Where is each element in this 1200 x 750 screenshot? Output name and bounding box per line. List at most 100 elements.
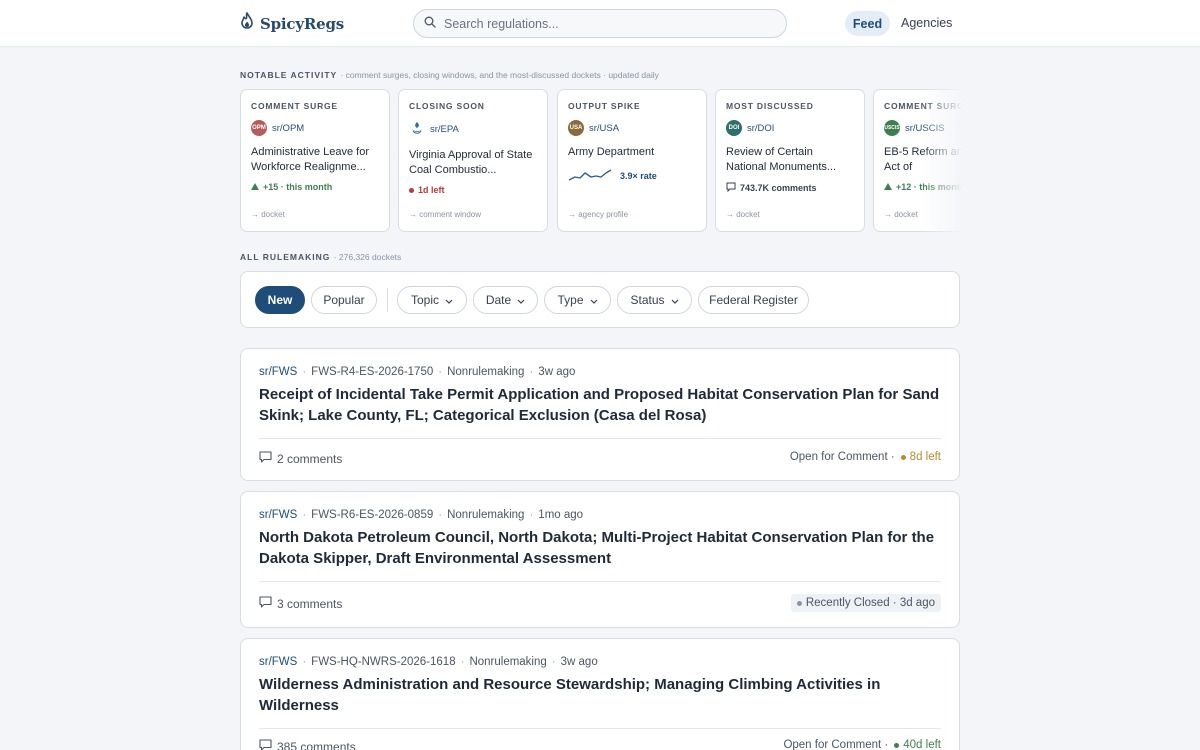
docket-card[interactable]: sr/FWS · FWS-R4-ES-2026-1750 · Nonrulemaking… xyxy=(240,348,960,481)
docket-count: · 276,326 dockets xyxy=(333,252,402,262)
card-stat-text: +15 · this month xyxy=(263,182,333,192)
card-title: Administrative Leave for Workforce Reali… xyxy=(251,146,369,173)
docket-comments[interactable]: 385 comments xyxy=(259,739,356,750)
card-stat: 3.9× rate xyxy=(568,168,696,184)
all-rulemaking-label: ALL RULEMAKING xyxy=(240,252,331,262)
card-title: Virginia Approval of State Coal Combusti… xyxy=(409,149,533,176)
agency-badge: OPM xyxy=(251,120,267,136)
card-agency[interactable]: sr/EPA xyxy=(409,120,537,139)
card-stat-text: 3.9× rate xyxy=(620,171,657,181)
docket-status: Open for Comment · 8d left xyxy=(790,451,941,463)
urgent-dot-icon xyxy=(409,187,414,193)
status-text: Open for Comment · xyxy=(789,451,895,463)
card-agency[interactable]: OPM sr/OPM xyxy=(251,120,379,136)
docket-type: Nonrulemaking xyxy=(469,656,547,668)
nav-feed[interactable]: Feed xyxy=(845,11,890,36)
docket-meta: sr/FWS · FWS-R4-ES-2026-1750 · Nonrulemaking… xyxy=(259,366,576,378)
docket-agency-link[interactable]: sr/FWS xyxy=(259,366,297,378)
status-dropdown[interactable]: Status xyxy=(617,286,692,314)
card-footer-link[interactable]: → comment window xyxy=(409,210,481,219)
card-title: Army Department xyxy=(568,146,655,158)
card-agency-label: sr/OPM xyxy=(272,122,305,134)
sparkline-icon xyxy=(568,168,612,184)
sort-popular-label: Popular xyxy=(323,293,365,307)
topic-dropdown[interactable]: Topic xyxy=(397,286,467,314)
comments-count: 385 comments xyxy=(277,739,356,750)
card-stat-text: 1d left xyxy=(418,185,445,195)
chevron-down-icon xyxy=(445,293,453,307)
topic-label: Topic xyxy=(410,293,439,307)
card-agency[interactable]: USA sr/USA xyxy=(568,120,696,136)
logo[interactable]: SpicyRegs xyxy=(240,12,344,35)
card-stat: 1d left xyxy=(409,185,537,195)
comments-count: 3 comments xyxy=(277,596,343,611)
card-agency-label: sr/DOI xyxy=(747,122,775,134)
docket-comments[interactable]: 3 comments xyxy=(259,596,342,611)
agency-badge: USCIS xyxy=(884,120,900,136)
filter-bar: New Popular Topic Date Type Status Feder… xyxy=(240,271,960,328)
card-stat: +15 · this month xyxy=(251,182,379,192)
card-footer-link[interactable]: → docket xyxy=(884,210,918,219)
card-agency-label: sr/EPA xyxy=(430,124,459,135)
card-kind: OUTPUT SPIKE xyxy=(568,101,641,111)
notable-card[interactable]: MOST DISCUSSED DOI sr/DOI Review of Cert… xyxy=(715,89,865,232)
chevron-down-icon xyxy=(517,293,525,307)
agency-badge: USA xyxy=(568,120,584,136)
docket-title[interactable]: Wilderness Administration and Resource S… xyxy=(259,675,949,716)
sort-new-button[interactable]: New xyxy=(255,286,305,314)
status-time-left: 8d left xyxy=(909,451,941,463)
status-time-left: 40d left xyxy=(903,739,941,750)
docket-card[interactable]: sr/FWS · FWS-HQ-NWRS-2026-1618 · Nonrulemaki… xyxy=(240,638,960,750)
epa-logo-icon xyxy=(409,120,425,139)
notable-card[interactable]: OUTPUT SPIKE USA sr/USA Army Department … xyxy=(557,89,707,232)
flame-icon xyxy=(240,12,254,35)
status-dot-icon xyxy=(900,454,906,460)
sort-popular-button[interactable]: Popular xyxy=(311,286,377,314)
docket-meta: sr/FWS · FWS-R6-ES-2026-0859 · Nonrulemaking… xyxy=(259,509,584,521)
up-triangle-icon xyxy=(884,182,892,192)
docket-id: FWS-R4-ES-2026-1750 xyxy=(311,366,434,378)
docket-title[interactable]: North Dakota Petroleum Council, North Da… xyxy=(259,528,949,569)
docket-id: FWS-HQ-NWRS-2026-1618 xyxy=(311,656,456,668)
search-box[interactable] xyxy=(413,9,787,38)
type-label: Type xyxy=(557,293,584,307)
search-input[interactable] xyxy=(444,16,764,31)
docket-type: Nonrulemaking xyxy=(447,366,525,378)
docket-age: 1mo ago xyxy=(538,509,584,521)
chevron-down-icon xyxy=(671,293,679,307)
card-footer-link[interactable]: → docket xyxy=(726,210,760,219)
docket-title[interactable]: Receipt of Incidental Take Permit Applic… xyxy=(259,385,949,426)
notable-activity-label: NOTABLE ACTIVITY xyxy=(240,70,338,80)
all-rulemaking-heading: ALL RULEMAKING · 276,326 dockets xyxy=(240,252,401,262)
docket-agency-link[interactable]: sr/FWS xyxy=(259,656,297,668)
comments-count: 2 comments xyxy=(277,451,343,466)
type-dropdown[interactable]: Type xyxy=(544,286,611,314)
nav-agencies[interactable]: Agencies xyxy=(901,16,952,30)
docket-divider xyxy=(259,581,941,582)
docket-meta: sr/FWS · FWS-HQ-NWRS-2026-1618 · Nonrulemaki… xyxy=(259,656,598,668)
date-label: Date xyxy=(485,293,512,307)
card-footer-link[interactable]: → agency profile xyxy=(568,210,628,219)
card-stat: 743.7K comments xyxy=(726,182,854,194)
chevron-down-icon xyxy=(590,293,598,307)
status-label: Status xyxy=(630,293,665,307)
card-kind: COMMENT SURGE xyxy=(251,101,338,111)
agency-badge: DOI xyxy=(726,120,742,136)
notable-activity-heading: NOTABLE ACTIVITY · comment surges, closi… xyxy=(240,70,659,80)
docket-id: FWS-R6-ES-2026-0859 xyxy=(311,509,434,521)
docket-comments[interactable]: 2 comments xyxy=(259,451,342,466)
notable-card[interactable]: COMMENT SURGE OPM sr/OPM Administrative … xyxy=(240,89,390,232)
status-dot-icon xyxy=(796,600,802,606)
card-footer-link[interactable]: → docket xyxy=(251,210,285,219)
federal-register-label: Federal Register xyxy=(709,293,798,307)
notable-cards: COMMENT SURGE OPM sr/OPM Administrative … xyxy=(240,89,961,233)
card-agency[interactable]: DOI sr/DOI xyxy=(726,120,854,136)
federal-register-button[interactable]: Federal Register xyxy=(698,286,809,314)
card-title: Review of Certain National Monuments... xyxy=(726,146,837,173)
date-dropdown[interactable]: Date xyxy=(473,286,538,314)
docket-agency-link[interactable]: sr/FWS xyxy=(259,509,297,521)
notable-card[interactable]: CLOSING SOON sr/EPA Virginia Approval of… xyxy=(398,89,548,232)
docket-card[interactable]: sr/FWS · FWS-R6-ES-2026-0859 · Nonrulemaking… xyxy=(240,491,960,628)
comment-icon xyxy=(259,739,272,750)
search-icon xyxy=(424,15,436,33)
